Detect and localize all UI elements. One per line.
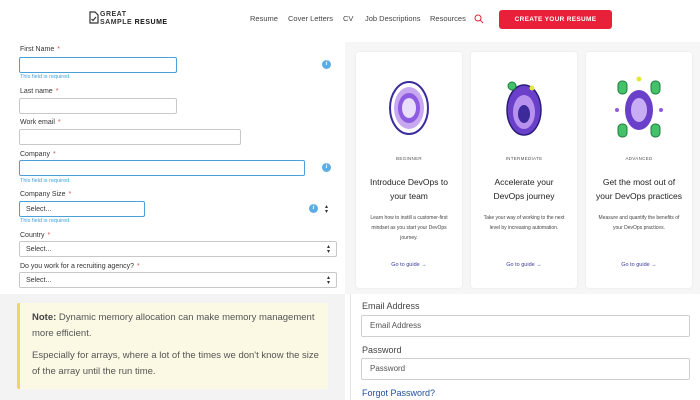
nav-resources[interactable]: Resources [430, 14, 466, 23]
note-callout: Note: Dynamic memory allocation can make… [17, 303, 328, 389]
password-label: Password [362, 345, 402, 355]
search-icon[interactable] [474, 14, 484, 24]
info-icon[interactable]: i [309, 204, 318, 213]
last-name-label: Last name * [20, 88, 59, 95]
card-level: INTERMEDIATE [505, 156, 543, 161]
password-input[interactable]: Password [361, 358, 690, 380]
company-size-label: Company Size * [20, 191, 72, 198]
network-illustration-icon [615, 76, 663, 138]
logo-doc-icon [89, 11, 99, 24]
country-label: Country * [20, 232, 51, 239]
logo-text-top: GREAT [100, 11, 127, 18]
company-label: Company * [20, 151, 56, 158]
card-intermediate[interactable]: INTERMEDIATE Accelerate your DevOps jour… [471, 52, 577, 288]
country-select[interactable]: Select... ▴ ▾ [19, 241, 337, 257]
orbit-illustration-icon [506, 81, 542, 136]
email-label: Email Address [362, 301, 420, 311]
work-email-label: Work email * [20, 119, 61, 126]
note-label: Note: [32, 312, 57, 323]
forgot-password-link[interactable]: Forgot Password? [362, 388, 435, 398]
card-title: Get the most out of your DevOps practice… [596, 177, 682, 201]
go-to-guide-link[interactable]: Go to guide → [586, 262, 692, 268]
company-error: This field is required. [20, 178, 71, 184]
last-name-input[interactable] [19, 98, 177, 114]
nav-cv[interactable]: CV [343, 14, 353, 23]
nav-cover-letters[interactable]: Cover Letters [288, 14, 333, 23]
sort-arrows-icon: ▴ ▾ [326, 244, 330, 255]
card-title: Accelerate your DevOps journey [493, 177, 555, 201]
card-level: BEGINNER [396, 156, 422, 161]
company-size-error: This field is required. [20, 218, 71, 224]
company-size-select[interactable]: Select... [19, 201, 145, 217]
note-first-paragraph: Note: Dynamic memory allocation can make… [32, 310, 322, 342]
country-value: Select... [26, 245, 52, 253]
note-line1: Dynamic memory allocation can make memor… [32, 312, 315, 339]
note-second-paragraph: Especially for arrays, where a lot of th… [32, 350, 319, 377]
email-placeholder: Email Address [370, 321, 422, 330]
first-name-error: This field is required. [20, 74, 71, 80]
divider [350, 294, 351, 400]
company-input[interactable] [19, 160, 305, 176]
agency-value: Select... [26, 276, 52, 284]
site-logo[interactable]: GREAT SAMPLE RESUME [88, 11, 168, 29]
work-email-input[interactable] [19, 129, 241, 145]
agency-select[interactable]: Select... ▴ ▾ [19, 272, 337, 288]
card-beginner[interactable]: BEGINNER Introduce DevOps to your team L… [356, 52, 462, 288]
sort-arrows-icon: ▴ ▾ [326, 275, 330, 286]
agency-label: Do you work for a recruiting agency? * [20, 263, 140, 270]
first-name-input[interactable] [19, 57, 177, 73]
top-nav: GREAT SAMPLE RESUME Resume Cover Letters… [0, 0, 700, 42]
card-title: Introduce DevOps to your team [370, 177, 448, 201]
go-to-guide-link[interactable]: Go to guide → [356, 262, 462, 268]
password-placeholder: Password [370, 364, 406, 373]
nav-resume[interactable]: Resume [250, 14, 278, 23]
first-name-label: First Name * [20, 46, 60, 53]
go-to-guide-link[interactable]: Go to guide → [471, 262, 577, 268]
card-description: Measure and quantify the benefits of you… [598, 215, 680, 231]
rings-illustration-icon [389, 81, 429, 135]
info-icon[interactable]: i [322, 163, 331, 172]
card-description: Learn how to instill a customer-first mi… [370, 215, 448, 241]
logo-text-bottom: SAMPLE RESUME [100, 19, 168, 26]
card-level: ADVANCED [625, 156, 653, 161]
email-input[interactable]: Email Address [361, 315, 690, 337]
company-size-value: Select... [26, 205, 52, 213]
sort-arrows-icon: ▴ ▾ [325, 204, 329, 215]
card-description: Take your way of working to the next lev… [483, 215, 565, 231]
create-resume-button[interactable]: CREATE YOUR RESUME [499, 10, 612, 29]
card-advanced[interactable]: ADVANCED Get the most out of your DevOps… [586, 52, 692, 288]
info-icon[interactable]: i [322, 60, 331, 69]
nav-job-descriptions[interactable]: Job Descriptions [365, 14, 420, 23]
